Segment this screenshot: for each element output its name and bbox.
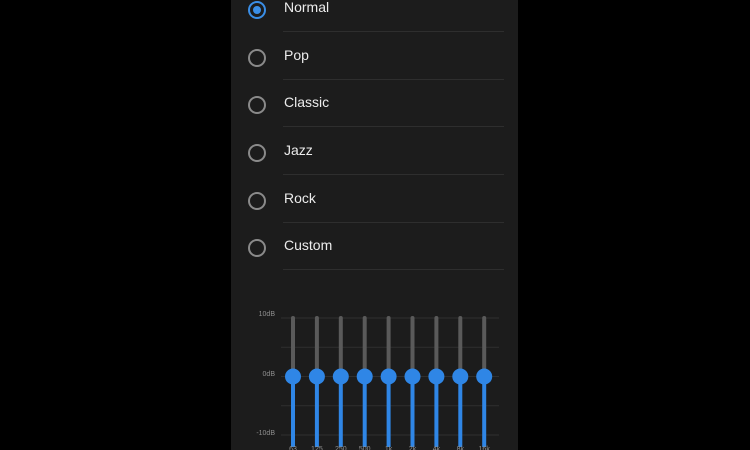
slider-thumb[interactable] bbox=[404, 368, 421, 385]
radio-button[interactable] bbox=[248, 144, 266, 162]
radio-button[interactable] bbox=[248, 49, 266, 67]
frequency-label: 125 bbox=[311, 446, 323, 450]
eq-band-slider[interactable] bbox=[452, 316, 469, 447]
frequency-label: 500 bbox=[358, 446, 371, 450]
equalizer-screen: Normal Pop Classic Jazz Rock Custom 10dB… bbox=[231, 0, 518, 450]
frequency-label: 2k bbox=[408, 446, 417, 450]
preset-label: Normal bbox=[284, 0, 330, 15]
radio-button[interactable] bbox=[248, 192, 266, 210]
slider-thumb[interactable] bbox=[476, 368, 493, 385]
eq-band-slider[interactable] bbox=[308, 316, 325, 447]
slider-thumb[interactable] bbox=[285, 368, 301, 385]
equalizer-panel: 10dB 0dB -10dB 63 125 250 500 1k 2k 4k 8k 16k bbox=[231, 300, 518, 450]
preset-item-jazz[interactable]: Jazz bbox=[231, 131, 518, 175]
preset-label: Pop bbox=[284, 47, 309, 63]
eq-band-slider[interactable] bbox=[285, 316, 301, 447]
frequency-label: 63 bbox=[289, 446, 297, 450]
divider bbox=[283, 126, 504, 127]
slider-thumb[interactable] bbox=[356, 368, 373, 385]
slider-thumb[interactable] bbox=[428, 368, 445, 385]
equalizer-sliders bbox=[281, 316, 499, 447]
preset-item-custom[interactable]: Custom bbox=[231, 226, 518, 270]
slider-thumb[interactable] bbox=[308, 368, 325, 385]
radio-button-selected[interactable] bbox=[248, 1, 266, 19]
frequency-label: 8k bbox=[456, 446, 464, 450]
divider bbox=[283, 174, 504, 175]
slider-thumb[interactable] bbox=[452, 368, 469, 385]
radio-button[interactable] bbox=[248, 239, 266, 257]
divider bbox=[283, 269, 504, 270]
frequency-label: 250 bbox=[334, 446, 347, 450]
eq-band-slider[interactable] bbox=[476, 316, 493, 447]
preset-label: Rock bbox=[284, 190, 316, 206]
frequency-label: 16k bbox=[478, 446, 490, 450]
divider bbox=[283, 79, 504, 80]
preset-label: Jazz bbox=[284, 142, 313, 158]
eq-band-slider[interactable] bbox=[356, 316, 373, 447]
preset-label: Custom bbox=[284, 237, 333, 253]
frequency-label: 1k bbox=[384, 446, 393, 450]
divider bbox=[283, 222, 504, 223]
eq-band-slider[interactable] bbox=[404, 316, 421, 447]
eq-band-slider[interactable] bbox=[380, 316, 397, 447]
preset-item-rock[interactable]: Rock bbox=[231, 179, 518, 223]
eq-band-slider[interactable] bbox=[428, 316, 445, 447]
preset-item-pop[interactable]: Pop bbox=[231, 36, 518, 80]
preset-item-normal[interactable]: Normal bbox=[231, 0, 518, 32]
radio-button[interactable] bbox=[248, 96, 266, 114]
preset-item-classic[interactable]: Classic bbox=[231, 83, 518, 127]
slider-thumb[interactable] bbox=[332, 368, 349, 385]
frequency-label: 4k bbox=[432, 446, 441, 450]
divider bbox=[283, 31, 504, 32]
slider-thumb[interactable] bbox=[380, 368, 397, 385]
eq-band-slider[interactable] bbox=[332, 316, 349, 447]
preset-label: Classic bbox=[284, 94, 330, 110]
